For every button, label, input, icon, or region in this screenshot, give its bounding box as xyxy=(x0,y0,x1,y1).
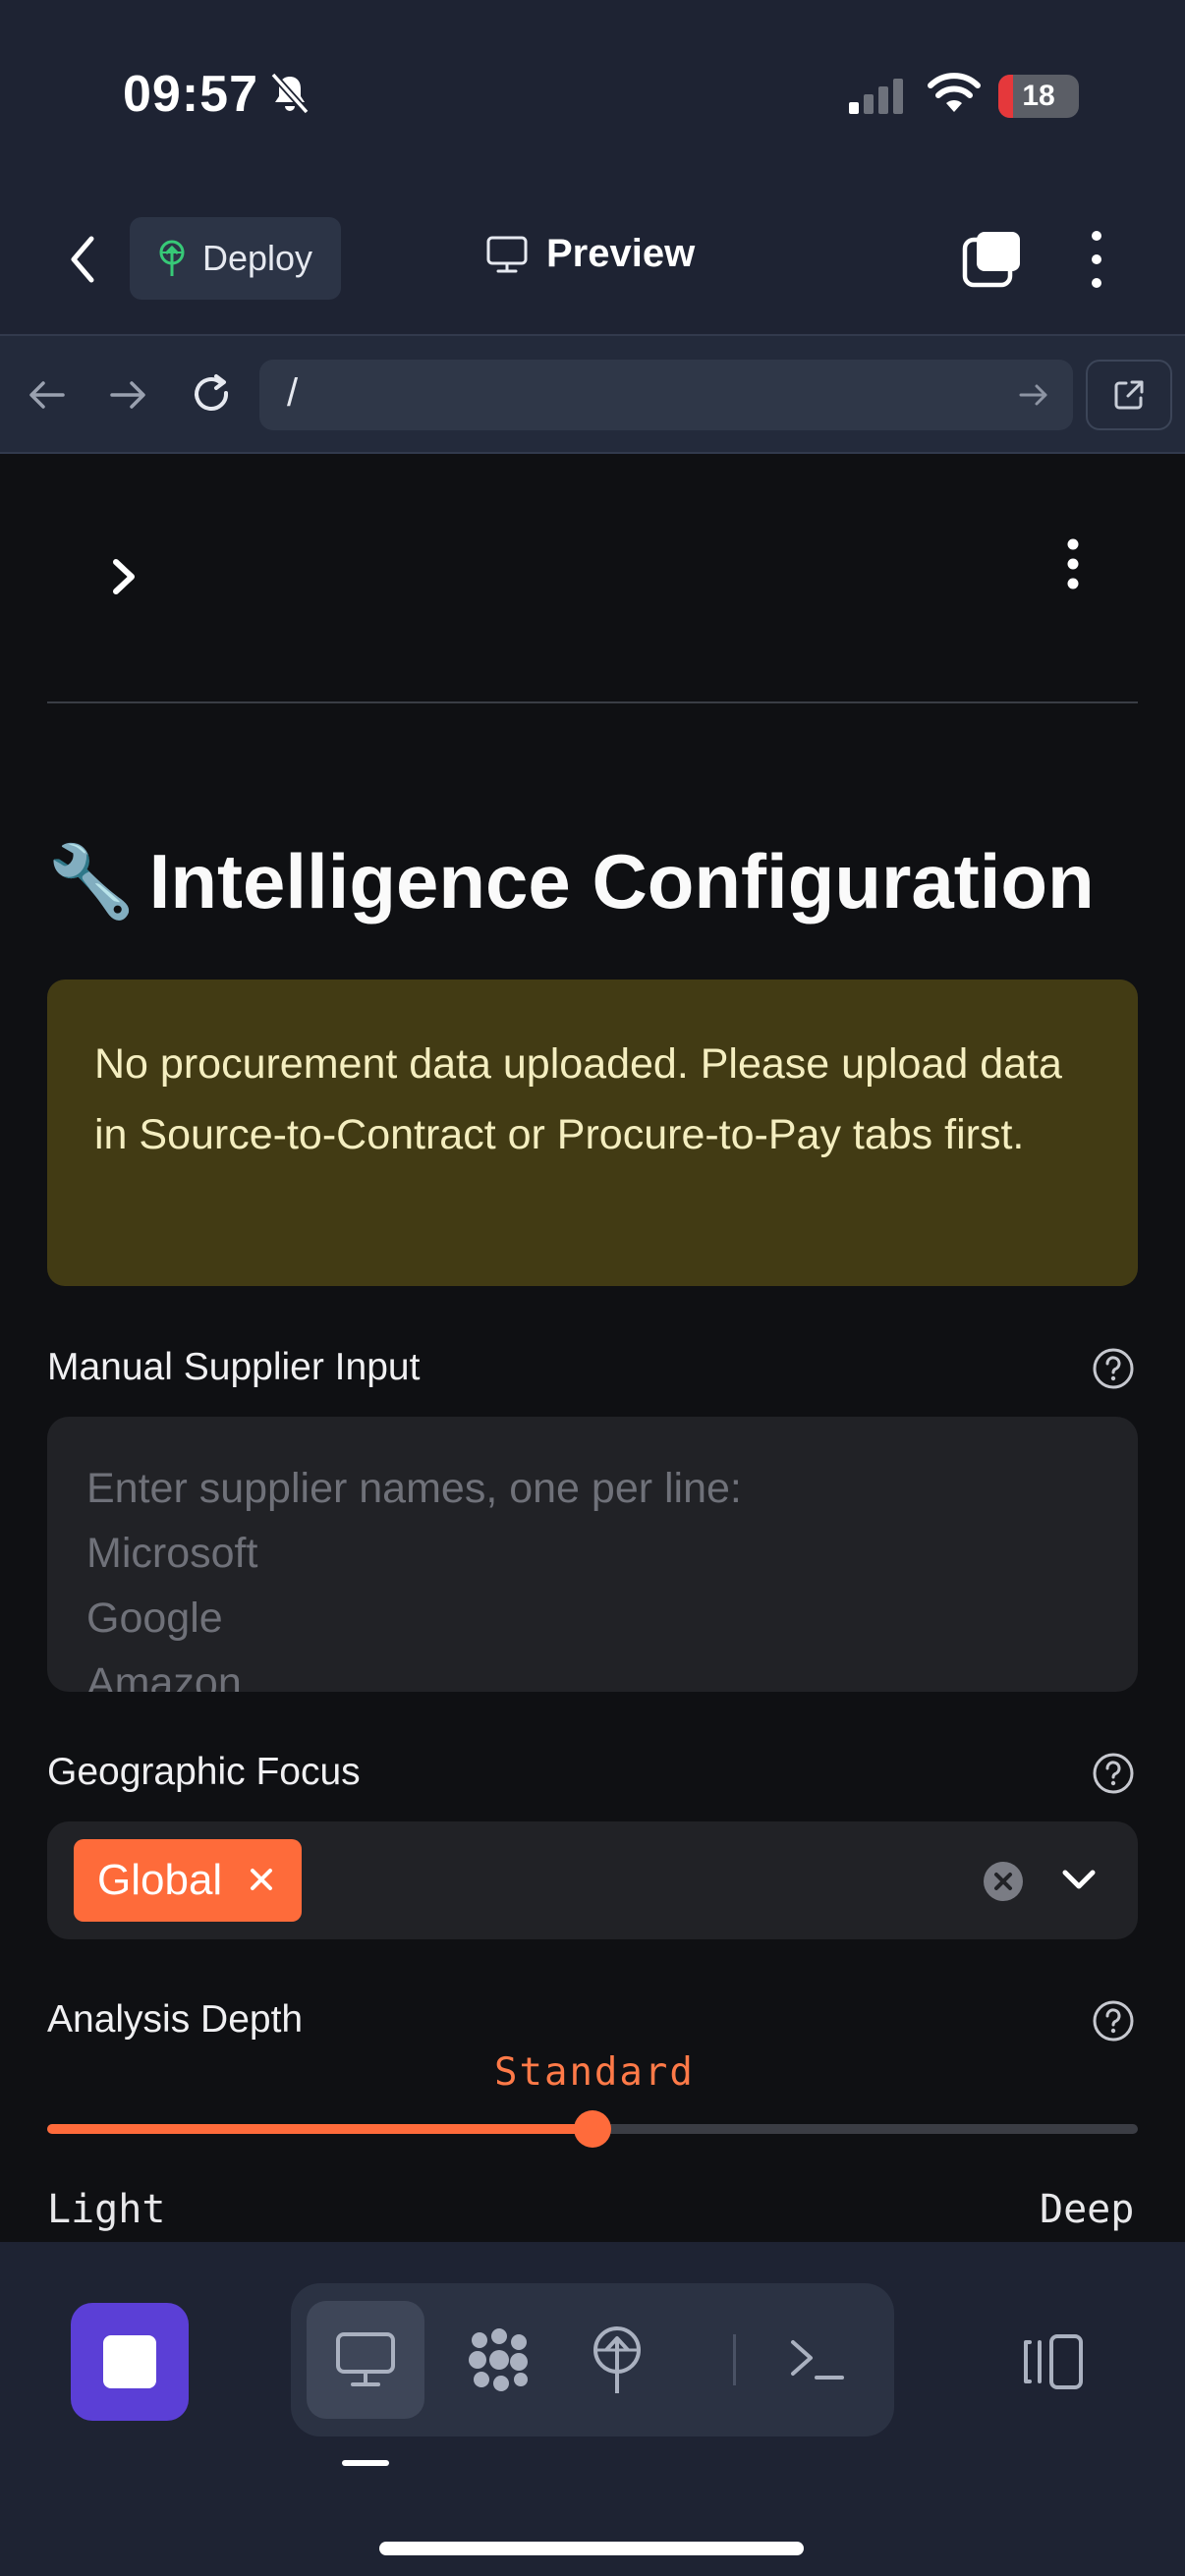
reload-icon[interactable] xyxy=(189,371,236,419)
page-title: 🔧 Intelligence Configuration xyxy=(47,837,1095,926)
app-header: Deploy Preview xyxy=(0,196,1185,334)
slider-thumb[interactable] xyxy=(574,2110,611,2148)
deploy-label: Deploy xyxy=(202,238,313,278)
wrench-icon: 🔧 xyxy=(47,843,136,922)
wifi-icon xyxy=(928,73,981,112)
chevron-left-icon xyxy=(71,236,94,283)
battery-indicator: 18 xyxy=(998,75,1079,118)
selected-chip-global[interactable]: Global xyxy=(74,1839,302,1922)
cellular-signal-icon xyxy=(849,79,903,114)
sidebar-expand-icon[interactable] xyxy=(102,550,145,603)
bell-muted-icon xyxy=(270,72,310,115)
status-bar: 09:57 18 xyxy=(0,0,1185,187)
deploy-icon xyxy=(159,240,185,276)
app-content: 🔧 Intelligence Configuration No procurem… xyxy=(0,454,1185,2242)
nodes-icon xyxy=(469,2328,528,2391)
supplier-input-label: Manual Supplier Input xyxy=(47,1346,421,1388)
chevron-down-icon[interactable] xyxy=(1059,1863,1099,1898)
supplier-textarea[interactable]: Enter supplier names, one per line: Micr… xyxy=(47,1417,1138,1692)
console-view-button[interactable] xyxy=(759,2301,876,2419)
app-menu-icon[interactable] xyxy=(1053,534,1093,593)
deploy-icon xyxy=(593,2326,641,2393)
slider-current-value: Standard xyxy=(494,2050,695,2095)
monitor-icon xyxy=(486,236,528,272)
back-button[interactable] xyxy=(55,228,110,291)
slider-max-label: Deep xyxy=(1040,2187,1135,2232)
toolbar-separator xyxy=(733,2334,736,2385)
header-divider xyxy=(47,701,1138,703)
stop-icon xyxy=(103,2335,156,2388)
chip-label: Global xyxy=(97,1856,223,1904)
arrow-left-icon[interactable] xyxy=(24,371,71,419)
split-layout-icon[interactable] xyxy=(1018,2326,1089,2397)
warning-alert: No procurement data uploaded. Please upl… xyxy=(47,980,1138,1286)
more-options-icon[interactable] xyxy=(1077,226,1116,293)
supplier-placeholder: Enter supplier names, one per line: Micr… xyxy=(86,1465,742,1692)
tabs-icon[interactable] xyxy=(961,228,1024,291)
home-indicator xyxy=(379,2542,804,2555)
monitor-icon xyxy=(336,2332,395,2386)
geo-focus-multiselect[interactable]: Global xyxy=(47,1821,1138,1939)
preview-label: Preview xyxy=(546,232,696,275)
active-view-indicator xyxy=(342,2460,389,2466)
url-input[interactable]: / xyxy=(259,360,1073,430)
deploy-button[interactable]: Deploy xyxy=(130,217,341,300)
url-path: / xyxy=(287,371,299,415)
browser-url-bar: / xyxy=(0,334,1185,454)
bottom-toolbar xyxy=(0,2242,1185,2576)
page-title-text: Intelligence Configuration xyxy=(148,838,1095,924)
open-external-button[interactable] xyxy=(1086,360,1172,430)
remove-chip-icon[interactable] xyxy=(243,1861,280,1898)
analysis-depth-label: Analysis Depth xyxy=(47,1998,304,2041)
help-icon[interactable] xyxy=(1091,1751,1136,1796)
terminal-icon xyxy=(791,2340,844,2380)
preview-tab[interactable]: Preview xyxy=(485,232,695,276)
help-icon[interactable] xyxy=(1091,1346,1136,1391)
warning-text: No procurement data uploaded. Please upl… xyxy=(94,1040,1062,1158)
preview-view-button[interactable] xyxy=(307,2301,424,2419)
stop-button[interactable] xyxy=(71,2303,189,2421)
workflow-view-button[interactable] xyxy=(440,2301,558,2419)
go-arrow-icon[interactable] xyxy=(1016,377,1051,413)
view-switcher xyxy=(291,2283,894,2436)
geo-focus-label: Geographic Focus xyxy=(47,1751,361,1793)
slider-min-label: Light xyxy=(47,2187,166,2232)
status-time: 09:57 xyxy=(123,66,258,123)
help-icon[interactable] xyxy=(1091,1998,1136,2044)
battery-level: 18 xyxy=(1022,80,1055,112)
clear-all-icon[interactable] xyxy=(983,1861,1024,1902)
arrow-right-icon[interactable] xyxy=(104,371,151,419)
deploy-view-button[interactable] xyxy=(558,2301,676,2419)
slider-fill xyxy=(47,2124,592,2134)
external-link-icon xyxy=(1114,380,1144,410)
